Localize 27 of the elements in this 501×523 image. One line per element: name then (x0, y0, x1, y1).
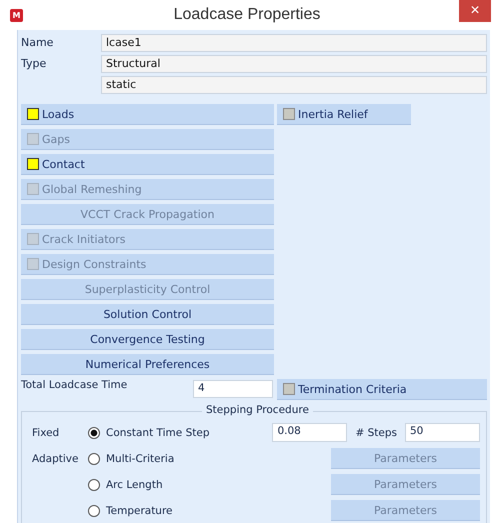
input-field[interactable]: 50 (405, 423, 480, 442)
field-label: Name (21, 35, 54, 51)
option-button[interactable]: Inertia Relief (277, 104, 411, 125)
group-title: Stepping Procedure (202, 404, 313, 416)
input-field[interactable]: 4 (193, 380, 273, 398)
field-label: # Steps (355, 426, 397, 438)
radio-label: Constant Time Step (106, 426, 210, 438)
group-label: Fixed (31, 426, 60, 438)
group-label: Adaptive (31, 452, 80, 464)
input-field[interactable]: lcase1 (101, 34, 487, 52)
input-field[interactable]: Structural (101, 55, 487, 73)
close-button[interactable]: × (459, 0, 491, 22)
input-field[interactable]: 0.08 (272, 423, 348, 442)
option-button[interactable]: Loads (21, 104, 274, 125)
field-label: Total Loadcase Time (21, 379, 128, 391)
radio-label: Arc Length (106, 478, 163, 490)
app-icon: M (10, 8, 23, 22)
field-label: Type (21, 56, 48, 72)
option-button[interactable]: Solution Control (21, 304, 274, 325)
window-title: Loadcase Properties (172, 6, 322, 24)
input-field[interactable]: static (101, 76, 487, 94)
option-button[interactable]: Convergence Testing (21, 329, 274, 350)
radio-label: Multi-Criteria (106, 452, 174, 464)
option-button[interactable]: Contact (21, 154, 274, 175)
option-button[interactable]: Numerical Preferences (21, 354, 274, 375)
radio-label: Temperature (106, 504, 173, 516)
option-button[interactable]: Termination Criteria (277, 379, 487, 400)
